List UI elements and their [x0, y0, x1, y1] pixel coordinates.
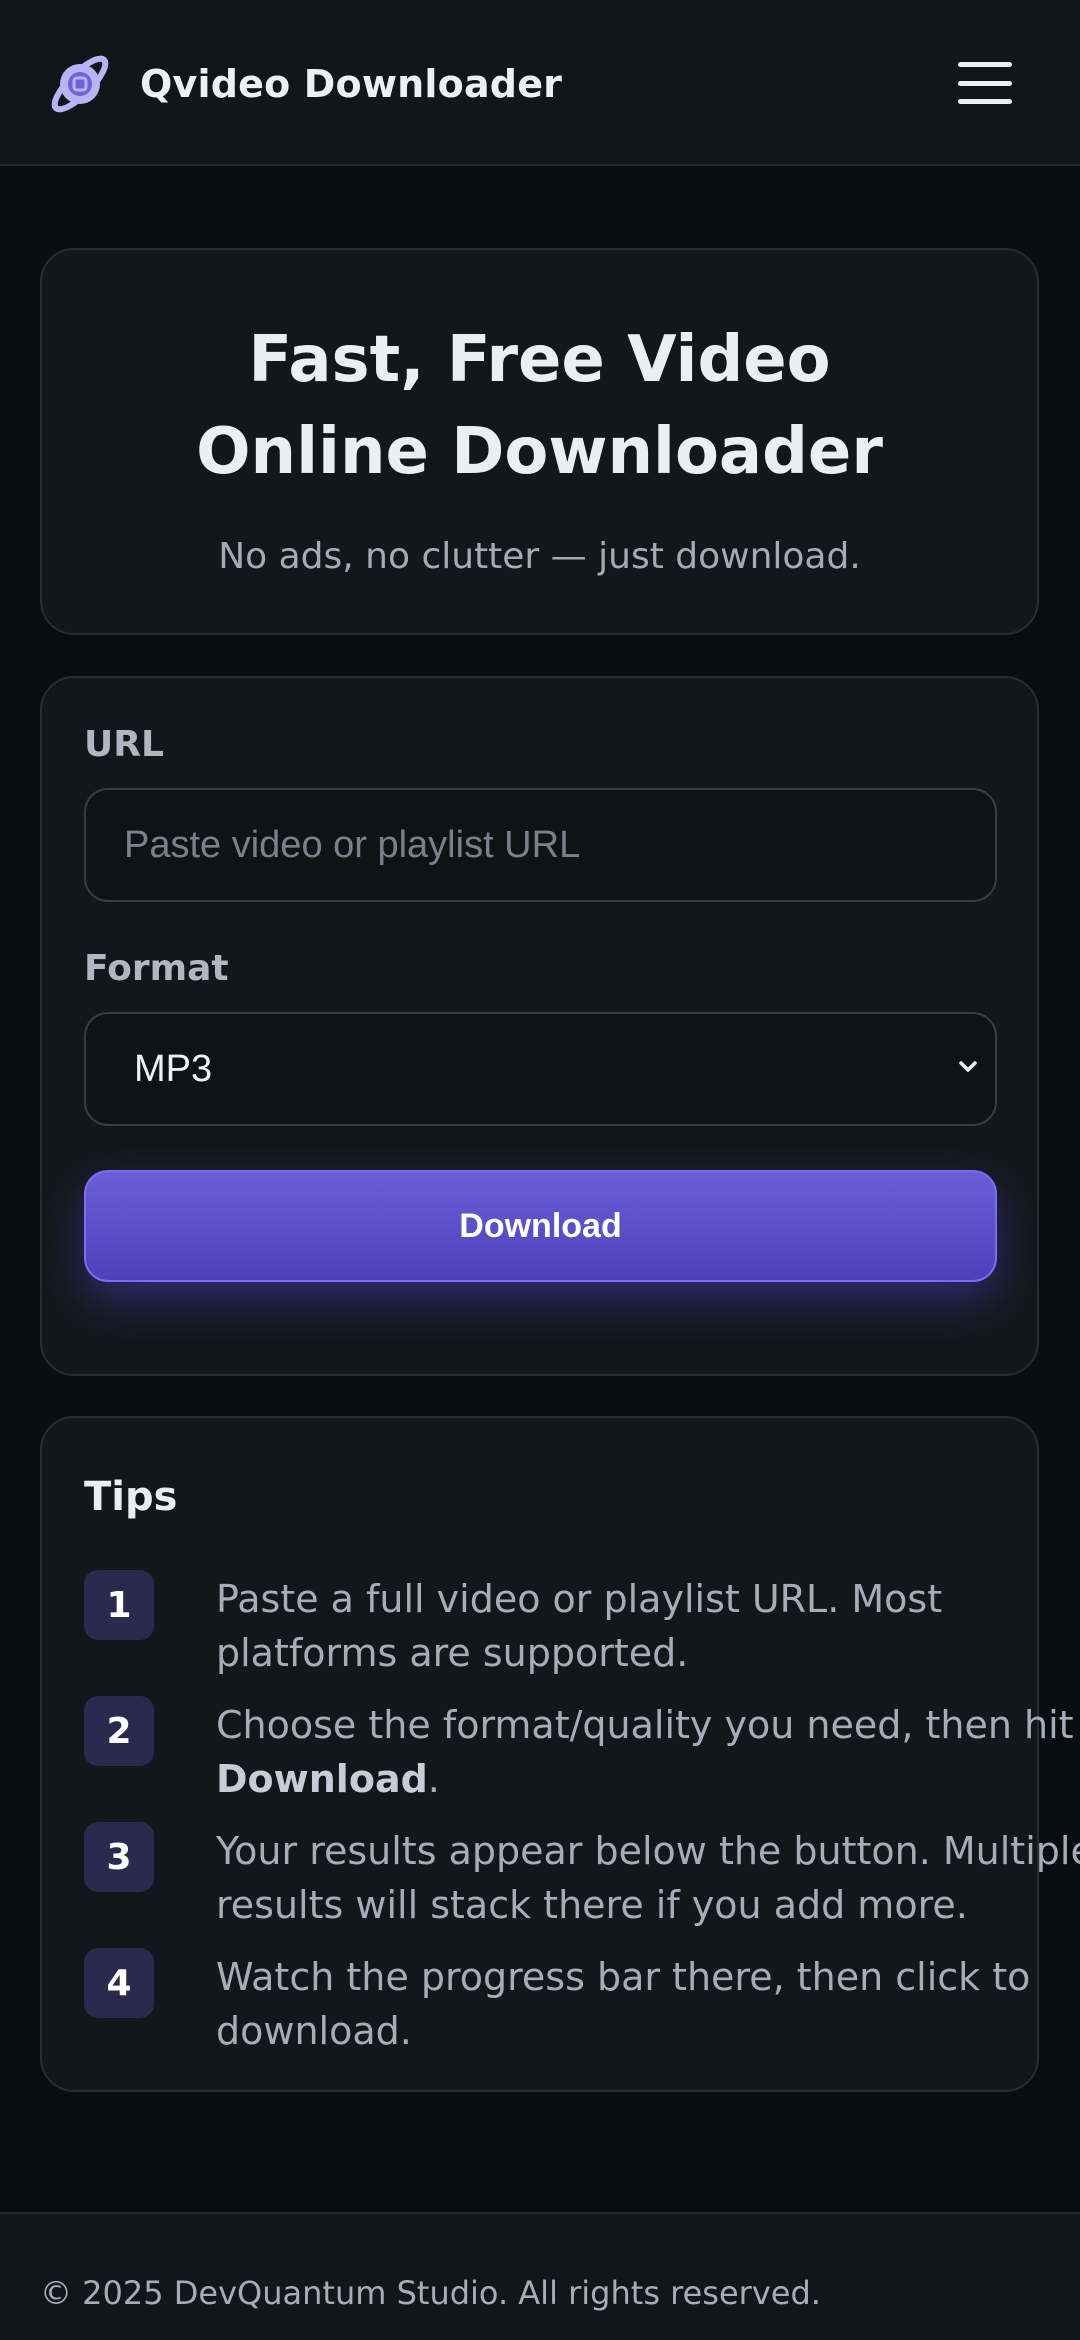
- chevron-down-icon: [959, 1061, 977, 1072]
- download-button[interactable]: Download: [84, 1170, 997, 1282]
- tip-text: Choose the format/quality you need, then…: [216, 1703, 1074, 1801]
- tips-card: Tips 1 Paste a full video or playlist UR…: [40, 1416, 1080, 2092]
- top-bar: Qvideo Downloader: [0, 0, 1080, 166]
- hero-title: Fast, Free Video Online Downloader: [196, 323, 883, 489]
- tip-number-badge: 1: [84, 1570, 154, 1640]
- tips-title: Tips: [84, 1474, 178, 1520]
- tip-text: Paste a full video or playlist URL. Most…: [216, 1577, 943, 1675]
- planet-logo-icon[interactable]: [44, 48, 116, 120]
- format-select[interactable]: MP3: [84, 1012, 997, 1126]
- tip-number-badge: 3: [84, 1822, 154, 1892]
- page-footer: © 2025 DevQuantum Studio. All rights res…: [0, 2212, 1080, 2340]
- footer-copyright: © 2025 DevQuantum Studio. All rights res…: [40, 2274, 821, 2312]
- tip-number-badge: 4: [84, 1948, 154, 2018]
- url-label: URL: [84, 724, 164, 765]
- tip-number-badge: 2: [84, 1696, 154, 1766]
- brand-name[interactable]: Qvideo Downloader: [140, 62, 562, 106]
- tip-text: Your results appear below the button. Mu…: [216, 1829, 1080, 1927]
- hero-card: Fast, Free Video Online Downloader No ad…: [40, 248, 1039, 635]
- format-label: Format: [84, 948, 229, 989]
- url-input[interactable]: [84, 788, 997, 902]
- hero-subtitle: No ads, no clutter — just download.: [218, 536, 861, 577]
- format-selected-value: MP3: [134, 1047, 213, 1090]
- menu-bar: [958, 99, 1012, 104]
- menu-bar: [958, 62, 1012, 67]
- tip-text: Watch the progress bar there, then click…: [216, 1955, 1031, 2053]
- tip-emphasis: Download: [216, 1757, 428, 1801]
- menu-bar: [958, 80, 1012, 86]
- hamburger-menu-icon[interactable]: [956, 58, 1014, 108]
- download-form-card: URL Format MP3 Download: [40, 676, 1039, 1376]
